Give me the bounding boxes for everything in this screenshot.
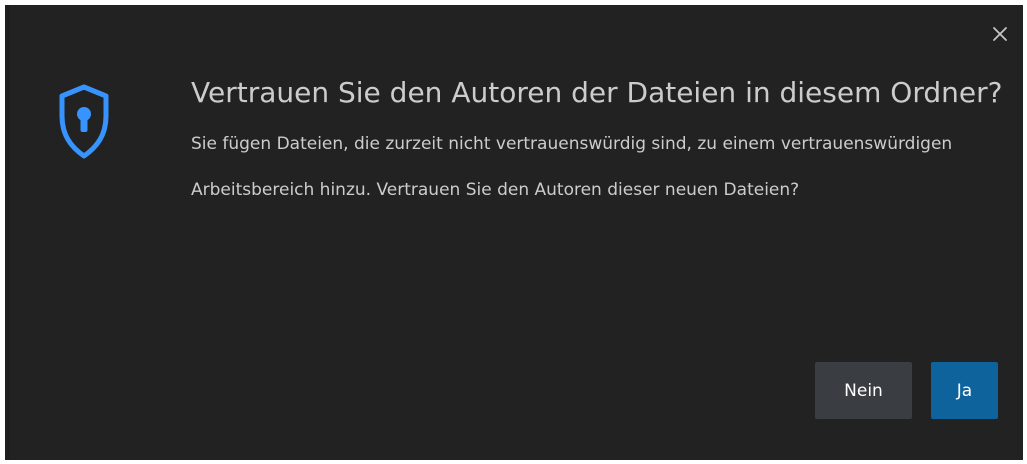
close-button[interactable] <box>989 23 1011 45</box>
workspace-trust-dialog: Vertrauen Sie den Autoren der Dateien in… <box>5 5 1023 460</box>
dialog-message: Sie fügen Dateien, die zurzeit nicht ver… <box>191 134 953 200</box>
yes-button[interactable]: Ja <box>931 362 998 419</box>
dialog-left-edge <box>5 5 10 460</box>
dialog-buttons: Nein Ja <box>815 362 998 419</box>
dialog-title: Vertrauen Sie den Autoren der Dateien in… <box>191 76 1003 109</box>
no-button[interactable]: Nein <box>815 362 912 419</box>
dialog-content: Vertrauen Sie den Autoren der Dateien in… <box>191 73 1011 213</box>
close-icon <box>993 27 1007 41</box>
shield-lock-icon <box>59 84 109 159</box>
